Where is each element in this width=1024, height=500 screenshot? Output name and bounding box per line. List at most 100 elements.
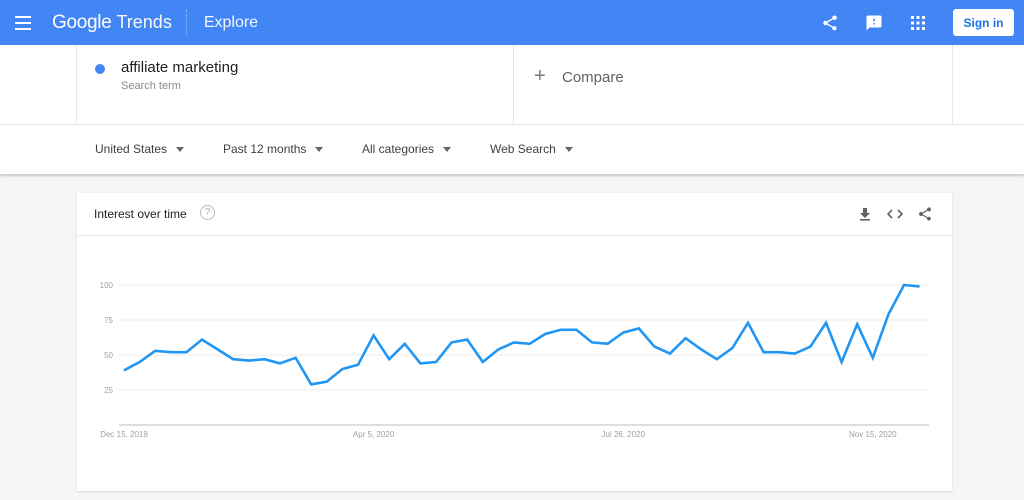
x-tick-label: Dec 15, 2019 [100, 430, 148, 439]
filter-bar: United States Past 12 months All categor… [0, 125, 1024, 174]
data-point[interactable] [214, 345, 222, 353]
data-point[interactable] [775, 348, 783, 356]
data-point[interactable] [136, 358, 144, 366]
data-point[interactable] [557, 326, 565, 334]
data-point[interactable] [120, 366, 128, 374]
search-term-type: Search term [121, 80, 181, 92]
y-tick-label: 50 [104, 351, 113, 360]
data-point[interactable] [307, 380, 315, 388]
page-title: Explore [203, 13, 259, 31]
compare-button[interactable]: + Compare [514, 45, 953, 125]
term-color-dot [95, 64, 105, 74]
logo-google: Google [52, 11, 112, 33]
x-tick-label: Nov 15, 2020 [849, 430, 897, 439]
data-point[interactable] [650, 343, 658, 351]
top-app-bar: Google Trends Explore Sign in [0, 0, 1024, 45]
search-term-value[interactable]: affiliate marketing [121, 59, 238, 76]
share-icon[interactable] [808, 0, 852, 45]
data-point[interactable] [806, 343, 814, 351]
data-point[interactable] [276, 359, 284, 367]
caret-down-icon [564, 146, 573, 152]
header-actions: Sign in [808, 0, 1024, 45]
search-terms-bar: affiliate marketing Search term + Compar… [0, 45, 1024, 125]
gridlines [119, 284, 929, 391]
data-point[interactable] [167, 348, 175, 356]
interest-over-time-card: Interest over time ? 25 50 75 100 Dec 15, 2… [77, 193, 952, 491]
data-point[interactable] [588, 338, 596, 346]
search-term-card[interactable]: affiliate marketing Search term [76, 45, 514, 125]
category-value: All categories [362, 142, 435, 156]
data-point[interactable] [260, 355, 268, 363]
x-tick-label: Apr 5, 2020 [353, 430, 395, 439]
data-point[interactable] [838, 358, 846, 366]
data-point[interactable] [510, 338, 518, 346]
apps-icon[interactable] [896, 0, 940, 45]
data-point[interactable] [494, 345, 502, 353]
sign-in-button[interactable]: Sign in [953, 9, 1014, 36]
y-tick-label: 75 [104, 316, 113, 325]
feedback-icon[interactable] [852, 0, 896, 45]
data-point[interactable] [229, 355, 237, 363]
caret-down-icon [176, 146, 185, 152]
data-point[interactable] [916, 282, 924, 290]
data-point[interactable] [182, 348, 190, 356]
data-point[interactable] [385, 355, 393, 363]
data-point[interactable] [198, 336, 206, 344]
x-axis-ticks: Dec 15, 2019 Apr 5, 2020 Jul 26, 2020 Nov 1… [100, 430, 897, 439]
data-point[interactable] [292, 354, 300, 362]
data-point[interactable] [151, 347, 159, 355]
data-point[interactable] [541, 330, 549, 338]
time-range-dropdown[interactable]: Past 12 months [223, 142, 324, 156]
data-point[interactable] [853, 320, 861, 328]
time-range-value: Past 12 months [223, 142, 307, 156]
data-point[interactable] [463, 336, 471, 344]
x-tick-label: Jul 26, 2020 [601, 430, 645, 439]
region-dropdown[interactable]: United States [95, 142, 185, 156]
data-point[interactable] [822, 319, 830, 327]
data-point[interactable] [572, 326, 580, 334]
plus-icon: + [534, 65, 546, 87]
data-point[interactable] [682, 334, 690, 342]
data-point[interactable] [370, 331, 378, 339]
data-point[interactable] [728, 344, 736, 352]
data-point[interactable] [338, 365, 346, 373]
y-tick-label: 25 [104, 386, 113, 395]
data-point[interactable] [604, 340, 612, 348]
data-point[interactable] [666, 350, 674, 358]
data-point[interactable] [401, 340, 409, 348]
interest-line-chart[interactable]: 25 50 75 100 Dec 15, 2019 Apr 5, 2020 Jul 26,… [77, 193, 952, 491]
data-point[interactable] [526, 340, 534, 348]
property-value: Web Search [490, 142, 556, 156]
data-point[interactable] [354, 361, 362, 369]
caret-down-icon [443, 146, 452, 152]
menu-icon[interactable] [15, 15, 35, 30]
data-point[interactable] [900, 281, 908, 289]
header-divider [185, 9, 187, 36]
data-point[interactable] [697, 345, 705, 353]
search-property-dropdown[interactable]: Web Search [490, 142, 573, 156]
data-point[interactable] [619, 329, 627, 337]
data-point[interactable] [432, 358, 440, 366]
data-point[interactable] [884, 310, 892, 318]
data-point[interactable] [635, 324, 643, 332]
y-axis-ticks: 25 50 75 100 [100, 281, 114, 395]
data-point[interactable] [713, 355, 721, 363]
logo-trends: Trends [116, 11, 172, 32]
data-point[interactable] [744, 319, 752, 327]
data-point[interactable] [323, 378, 331, 386]
google-trends-logo[interactable]: Google Trends [52, 12, 172, 34]
data-point[interactable] [448, 338, 456, 346]
data-point[interactable] [791, 350, 799, 358]
series-line-0[interactable] [123, 283, 920, 386]
compare-label: Compare [562, 69, 624, 86]
data-point[interactable] [416, 359, 424, 367]
y-tick-label: 100 [100, 281, 114, 290]
region-value: United States [95, 142, 168, 156]
series-layer [120, 281, 924, 388]
data-point[interactable] [245, 357, 253, 365]
caret-down-icon [315, 146, 324, 152]
data-point[interactable] [869, 354, 877, 362]
data-point[interactable] [760, 348, 768, 356]
category-dropdown[interactable]: All categories [362, 142, 452, 156]
data-point[interactable] [479, 358, 487, 366]
